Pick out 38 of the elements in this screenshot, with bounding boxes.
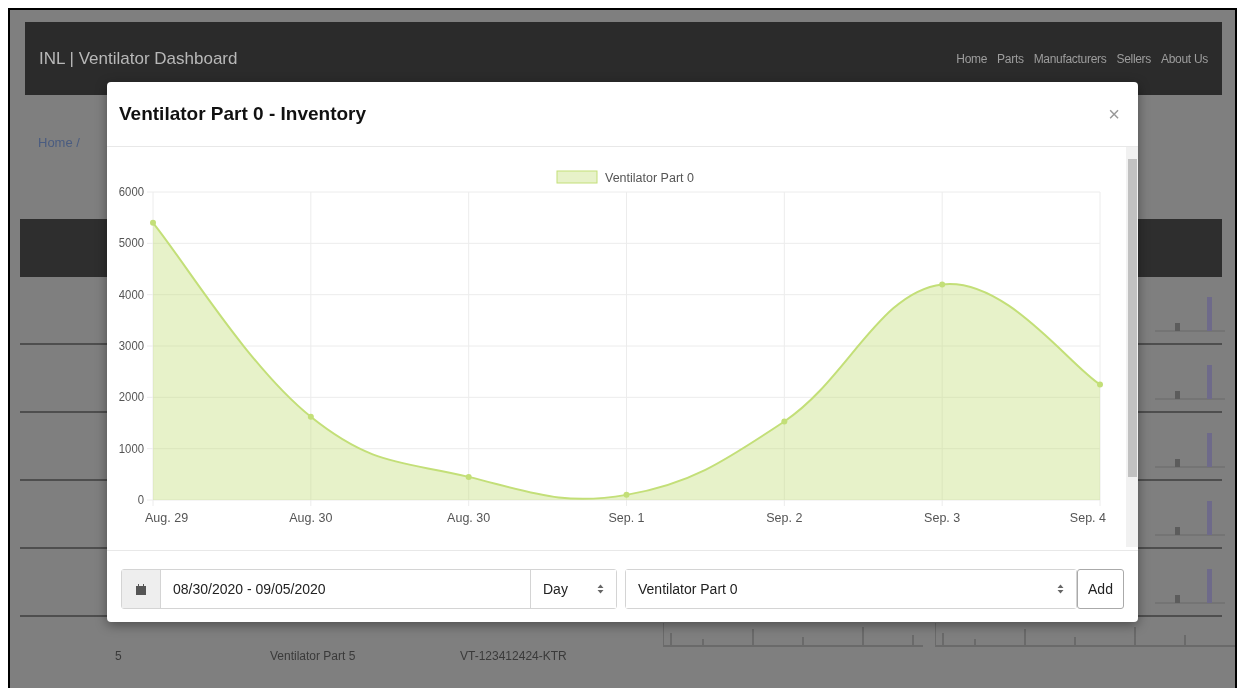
table-cell: Ventilator Part 5 [270, 649, 356, 663]
brand-title[interactable]: INL | Ventilator Dashboard [39, 48, 238, 69]
legend-label: Ventilator Part 0 [605, 171, 694, 185]
data-point [623, 491, 630, 498]
table-cell: 5 [115, 649, 122, 663]
nav-link[interactable]: Home [956, 51, 988, 66]
x-tick-label: Sep. 1 [608, 511, 645, 525]
data-point [150, 219, 156, 226]
y-tick-label: 4000 [118, 287, 146, 302]
part-select[interactable]: Ventilator Part 0 [626, 570, 1076, 608]
add-button[interactable]: Add [1077, 569, 1124, 609]
x-tick-label: Aug. 30 [447, 511, 491, 525]
part-value: Ventilator Part 0 [638, 581, 738, 597]
data-point [307, 413, 314, 420]
y-tick-label: 0 [137, 493, 145, 507]
data-point [939, 281, 946, 288]
scrollbar[interactable] [1126, 147, 1138, 547]
data-point [1097, 381, 1103, 388]
data-point [781, 418, 788, 425]
x-tick-label: Sep. 2 [766, 511, 803, 525]
y-tick-label: 1000 [118, 441, 146, 456]
x-tick-label: Sep. 3 [924, 511, 961, 525]
table-cell: VT-123412424-KTR [460, 649, 567, 663]
close-button[interactable]: × [1104, 102, 1124, 126]
x-tick-label: Aug. 29 [145, 511, 189, 525]
x-tick-label: Sep. 4 [1069, 511, 1106, 525]
nav-link[interactable]: Parts [997, 51, 1024, 66]
x-tick-label: Aug. 30 [289, 511, 333, 525]
y-tick-label: 3000 [118, 339, 146, 353]
data-point [465, 473, 472, 480]
y-tick-label: 2000 [118, 390, 146, 405]
nav-link[interactable]: Sellers [1116, 51, 1152, 66]
select-arrows-icon [1057, 584, 1064, 594]
y-tick-label: 5000 [118, 236, 146, 251]
y-tick-label: 6000 [118, 185, 146, 199]
nav-link[interactable]: About Us [1161, 51, 1208, 66]
nav-link[interactable]: Manufacturers [1033, 51, 1107, 66]
modal-title: Ventilator Part 0 - Inventory [119, 103, 367, 125]
